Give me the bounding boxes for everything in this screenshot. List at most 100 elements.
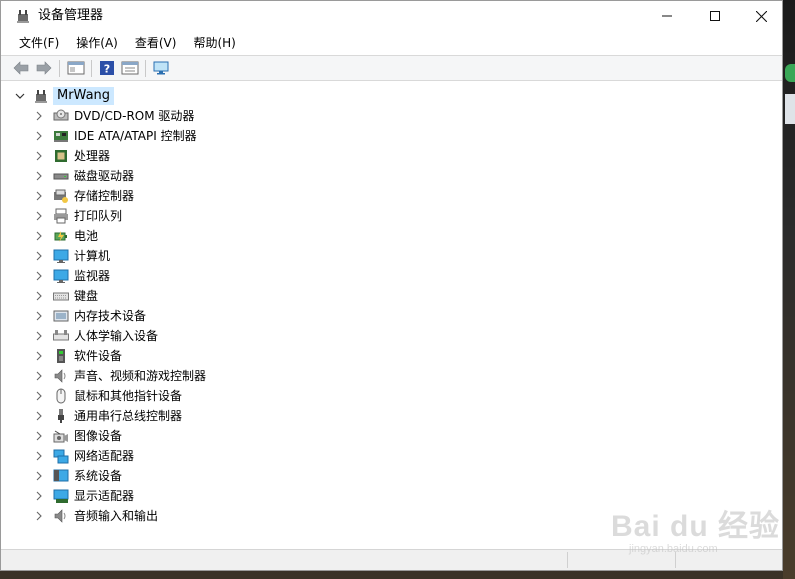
tree-item-label: 网络适配器 <box>74 449 135 463</box>
menu-view[interactable]: 查看(V) <box>126 32 185 54</box>
close-icon <box>755 10 767 22</box>
toolbar-separator <box>91 60 92 77</box>
tree-item[interactable]: 存储控制器 <box>35 186 206 206</box>
tree-item[interactable]: 软件设备 <box>35 346 206 366</box>
chevron-right-icon[interactable] <box>35 151 43 161</box>
tree-item-label: 键盘 <box>74 289 99 303</box>
tree-item-label: IDE ATA/ATAPI 控制器 <box>74 129 197 143</box>
tree-item[interactable]: 人体学输入设备 <box>35 326 206 346</box>
hid-icon <box>53 330 69 341</box>
tree-item[interactable]: 系统设备 <box>35 466 206 486</box>
tree-item[interactable]: 网络适配器 <box>35 446 206 466</box>
menu-file[interactable]: 文件(F) <box>1 32 67 54</box>
tree-item-label: 软件设备 <box>74 349 123 363</box>
tree-item-label: 音频输入和输出 <box>74 509 159 523</box>
chevron-right-icon[interactable] <box>35 131 43 141</box>
chrome-taskbar-icon <box>785 64 795 82</box>
chevron-right-icon[interactable] <box>35 191 43 201</box>
chevron-right-icon[interactable] <box>35 471 43 481</box>
tree-item[interactable]: 磁盘驱动器 <box>35 166 206 186</box>
tree-item[interactable]: 打印队列 <box>35 206 206 226</box>
tree-item-label: 内存技术设备 <box>74 309 147 323</box>
tree-item-label: 监视器 <box>74 269 111 283</box>
status-pane <box>567 552 569 568</box>
background-window-edge <box>785 94 795 124</box>
chevron-right-icon[interactable] <box>35 331 43 341</box>
display-adapter-icon <box>53 489 69 503</box>
tree-root[interactable]: MrWang <box>15 87 115 105</box>
battery-icon <box>54 231 67 242</box>
tree-item-label: 存储控制器 <box>74 189 135 203</box>
tree-item-label: DVD/CD-ROM 驱动器 <box>74 109 195 123</box>
keyboard-icon <box>53 292 69 301</box>
menu-bar: 文件(F) 操作(A) 查看(V) 帮助(H) <box>1 32 782 54</box>
scan-hardware-icon[interactable] <box>152 60 170 76</box>
tree-item-label: 人体学输入设备 <box>74 329 159 343</box>
device-manager-window: 设备管理器 文件(F) 操作(A) 查看(V) 帮助(H) ? MrWang D… <box>0 0 783 571</box>
chevron-right-icon[interactable] <box>35 411 43 421</box>
tree-item[interactable]: IDE ATA/ATAPI 控制器 <box>35 126 206 146</box>
properties-icon[interactable] <box>121 60 139 76</box>
chevron-right-icon[interactable] <box>35 291 43 301</box>
memory-device-icon <box>53 310 69 322</box>
tree-item[interactable]: 计算机 <box>35 246 206 266</box>
chevron-down-icon[interactable] <box>15 91 25 101</box>
printer-icon <box>54 208 68 224</box>
chevron-right-icon[interactable] <box>35 311 43 321</box>
chevron-right-icon[interactable] <box>35 491 43 501</box>
menu-help[interactable]: 帮助(H) <box>184 32 243 54</box>
tree-item[interactable]: 音频输入和输出 <box>35 506 206 526</box>
tree-item[interactable]: 内存技术设备 <box>35 306 206 326</box>
tree-item[interactable]: 声音、视频和游戏控制器 <box>35 366 206 386</box>
computer-icon <box>53 249 69 263</box>
chevron-right-icon[interactable] <box>35 171 43 181</box>
camera-icon <box>53 430 68 443</box>
monitor-icon <box>53 269 69 283</box>
chevron-right-icon[interactable] <box>35 271 43 281</box>
dvd-drive-icon <box>53 109 69 121</box>
tree-item[interactable]: 图像设备 <box>35 426 206 446</box>
tree-item[interactable]: 电池 <box>35 226 206 246</box>
chevron-right-icon[interactable] <box>35 351 43 361</box>
help-icon[interactable]: ? <box>98 60 116 76</box>
device-tree[interactable]: MrWang DVD/CD-ROM 驱动器 IDE ATA/ATAPI 控制器处理… <box>1 82 782 548</box>
tree-item[interactable]: 鼠标和其他指针设备 <box>35 386 206 406</box>
tree-item-label: 电池 <box>74 229 99 243</box>
root-computer-name[interactable]: MrWang <box>53 87 115 105</box>
show-hide-console-tree-icon[interactable] <box>67 60 85 76</box>
software-device-icon <box>57 349 65 363</box>
chevron-right-icon[interactable] <box>35 251 43 261</box>
tree-item-label: 磁盘驱动器 <box>74 169 135 183</box>
mouse-icon <box>56 388 66 404</box>
chevron-right-icon[interactable] <box>35 111 43 121</box>
maximize-button[interactable] <box>692 1 738 31</box>
chevron-right-icon[interactable] <box>35 451 43 461</box>
tree-item[interactable]: DVD/CD-ROM 驱动器 <box>35 106 206 126</box>
tree-item-label: 系统设备 <box>74 469 123 483</box>
chevron-right-icon[interactable] <box>35 371 43 381</box>
minimize-icon <box>662 15 672 17</box>
tree-item-label: 通用串行总线控制器 <box>74 409 183 423</box>
tree-item[interactable]: 处理器 <box>35 146 206 166</box>
svg-text:?: ? <box>104 63 110 76</box>
back-arrow-icon[interactable] <box>12 60 30 76</box>
device-category-list: DVD/CD-ROM 驱动器 IDE ATA/ATAPI 控制器处理器磁盘驱动器存… <box>35 106 206 526</box>
chevron-right-icon[interactable] <box>35 431 43 441</box>
ide-controller-icon <box>54 131 68 142</box>
chevron-right-icon[interactable] <box>35 231 43 241</box>
tree-item[interactable]: 监视器 <box>35 266 206 286</box>
tree-item[interactable]: 键盘 <box>35 286 206 306</box>
status-bar <box>1 549 782 570</box>
menu-action[interactable]: 操作(A) <box>67 32 126 54</box>
chevron-right-icon[interactable] <box>35 391 43 401</box>
forward-arrow-icon[interactable] <box>35 60 53 76</box>
close-button[interactable] <box>738 1 784 31</box>
chevron-right-icon[interactable] <box>35 511 43 521</box>
tree-item[interactable]: 通用串行总线控制器 <box>35 406 206 426</box>
minimize-button[interactable] <box>644 1 690 31</box>
chevron-right-icon[interactable] <box>35 211 43 221</box>
audio-io-icon <box>54 509 66 523</box>
tree-item-label: 图像设备 <box>74 429 123 443</box>
title-bar[interactable]: 设备管理器 <box>1 1 782 31</box>
tree-item[interactable]: 显示适配器 <box>35 486 206 506</box>
